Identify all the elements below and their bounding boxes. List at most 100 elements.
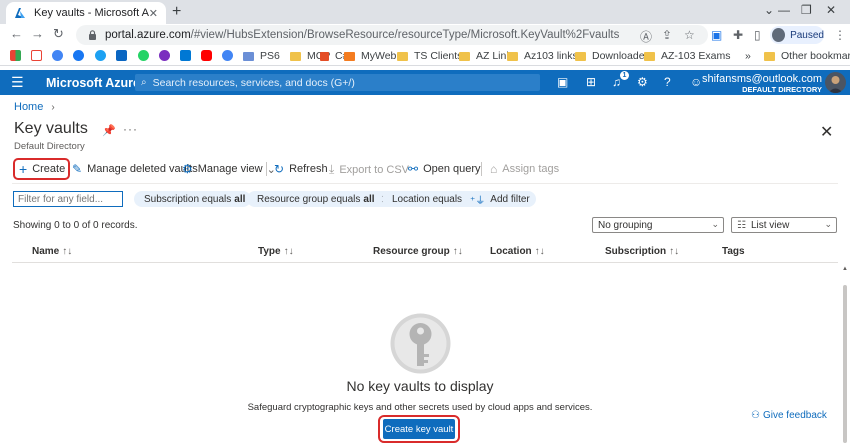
bookmark-az103-exams[interactable]: AZ-103 Exams [644,50,730,62]
bookmark-az-link[interactable]: AZ Link [459,50,512,62]
sort-icon: ↑↓ [669,246,680,257]
breadcrumb: Home › [14,101,55,113]
google-icon[interactable] [52,50,63,61]
linkedin-icon[interactable] [116,50,127,61]
column-header-type[interactable]: Type ↑↓ [258,246,294,257]
tab-close-icon[interactable]: ✕ [149,7,158,20]
onenote-icon[interactable] [159,50,170,61]
open-query-button[interactable]: ⚯ Open query [408,162,481,176]
hamburger-menu-icon[interactable]: ☰ [11,75,24,89]
profile-status: Paused [790,29,824,41]
reload-icon[interactable]: ↻ [53,26,64,42]
share-icon[interactable]: ⇪ [662,28,672,42]
record-count: Showing 0 to 0 of 0 records. [13,220,138,231]
export-csv-button[interactable]: ⤓ Export to CSV [329,162,409,177]
filter-pill-subscription[interactable]: Subscription equals all [134,191,252,207]
column-header-subscription[interactable]: Subscription ↑↓ [605,246,679,257]
more-options-icon[interactable]: ··· [123,122,138,136]
chevron-right-icon: › [51,101,55,113]
forward-icon[interactable]: → [31,26,44,41]
bookmark-downloader[interactable]: Downloader [575,50,648,62]
bookmark-az103-links[interactable]: Az103 links [507,50,578,62]
maps-icon[interactable] [222,50,233,61]
apps-icon[interactable] [10,50,21,61]
feedback-icon[interactable]: ☺ [690,75,702,89]
add-filter-button[interactable]: ⁺⏚ Add filter [464,191,536,207]
tag-icon: ⌂ [490,162,498,176]
bookmarks-bar: PS6 MCP C# MyWeb TS Clients AZ Link Az10… [0,46,850,66]
user-avatar[interactable] [825,72,846,93]
global-search-placeholder: Search resources, services, and docs (G+… [152,76,355,89]
azure-logo-icon [15,8,25,18]
bookmarks-overflow[interactable]: » [745,50,751,62]
extensions-puzzle-icon[interactable]: ✚ [733,28,743,42]
window-dropdown-icon[interactable]: ⌄ [764,3,774,17]
url-path: /#view/HubsExtension/BrowseResource/reso… [190,29,620,41]
whatsapp-icon[interactable] [138,50,149,61]
folder-icon [644,51,655,61]
profile-button[interactable]: Paused [770,26,824,44]
window-close-icon[interactable]: ✕ [826,3,836,17]
settings-gear-icon[interactable]: ⚙ [637,75,648,89]
account-menu[interactable]: shifansms@outlook.com DEFAULT DIRECTORY [702,73,822,94]
maximize-icon[interactable]: ❐ [801,3,812,17]
browser-menu-icon[interactable]: ⋮ [834,28,846,42]
bookmark-ts-clients[interactable]: TS Clients [397,50,462,62]
back-icon[interactable]: ← [10,26,23,41]
filter-pill-resource-group[interactable]: Resource group equalsall✕ [247,191,396,207]
create-key-vault-button[interactable]: Create key vault [383,419,455,439]
folder-icon [459,51,470,61]
view-dropdown[interactable]: ☷ List view ⌄ [731,217,837,233]
bookmark-star-icon[interactable]: ☆ [684,28,695,42]
download-icon: ⤓ [329,162,335,176]
breadcrumb-home[interactable]: Home [14,101,43,113]
filter-input[interactable] [13,191,123,207]
cloud-shell-icon[interactable]: ▣ [557,75,568,89]
twitter-icon[interactable] [95,50,106,61]
bookmark-ps6[interactable]: PS6 [243,50,280,62]
facebook-icon[interactable] [73,50,84,61]
notification-badge: 1 [620,71,629,80]
extension-d-icon[interactable]: ▣ [711,28,722,42]
scrollbar-thumb[interactable] [843,285,847,443]
scroll-up-icon[interactable]: ▲ [842,266,848,272]
refresh-button[interactable]: ↻ Refresh [274,162,328,176]
bookmark-myweb[interactable]: MyWeb [344,50,396,62]
sidebar-icon[interactable]: ▯ [754,28,761,42]
outlook-icon[interactable] [180,50,191,61]
new-tab-button[interactable]: + [172,3,181,21]
help-icon[interactable]: ? [664,75,671,89]
sort-icon: ↑↓ [283,246,294,257]
translate-icon[interactable]: Ⓐ [640,28,652,45]
list-view-icon: ☷ [737,219,746,231]
directory-filter-icon[interactable]: ⊞ [586,75,596,89]
column-header-location[interactable]: Location ↑↓ [490,246,545,257]
gmail-icon[interactable] [31,50,42,61]
close-blade-icon[interactable]: ✕ [820,122,833,142]
column-header-name[interactable]: Name ↑↓ [32,246,72,257]
other-bookmarks[interactable]: Other bookmarks [764,50,850,62]
add-filter-icon: ⁺⏚ [470,195,486,207]
global-search[interactable]: ⌕ Search resources, services, and docs (… [135,74,540,91]
pin-icon[interactable]: 📌 [102,124,116,137]
manage-view-button[interactable]: ⚙ Manage view ⌄ [182,162,276,176]
user-email: shifansms@outlook.com [702,73,822,85]
folder-icon [290,51,301,61]
folder-icon [575,51,586,61]
folder-icon [507,51,518,61]
minimize-icon[interactable]: — [778,3,790,17]
azure-brand[interactable]: Microsoft Azure [46,76,140,90]
column-header-resource-group[interactable]: Resource group ↑↓ [373,246,463,257]
give-feedback-link[interactable]: ⚇ Give feedback [751,410,827,421]
command-divider [12,183,838,184]
grouping-dropdown[interactable]: No grouping ⌄ [592,217,724,233]
assign-tags-button[interactable]: ⌂ Assign tags [490,162,559,176]
csharp-icon [320,51,329,61]
browser-tab[interactable]: Key vaults - Microsoft Azure ✕ [6,2,166,24]
url-host: portal.azure.com [105,29,191,41]
feedback-person-icon: ⚇ [751,410,760,421]
manage-deleted-vaults-button[interactable]: ✎ Manage deleted vaults [72,162,198,176]
url-bar[interactable]: portal.azure.com/#view/HubsExtension/Bro… [76,25,708,45]
sort-icon: ↑↓ [534,246,545,257]
youtube-icon[interactable] [201,50,212,61]
